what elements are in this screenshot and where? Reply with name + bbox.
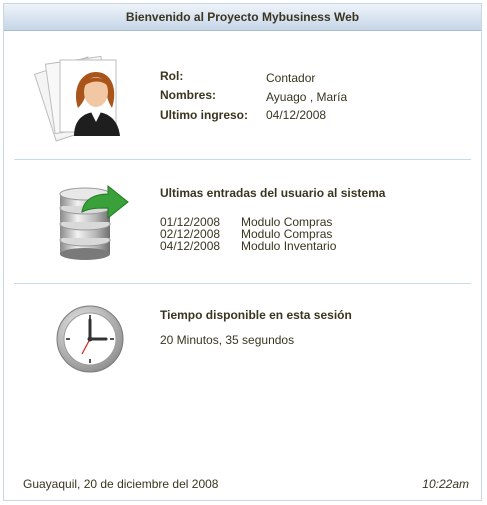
list-item: 04/12/2008 Modulo Inventario xyxy=(160,240,336,252)
section-divider xyxy=(14,283,471,284)
nombres-value: Ayuago , María xyxy=(266,90,348,104)
footer-location-date: Guayaquil, 20 de diciembre del 2008 xyxy=(23,477,219,491)
panel-title: Bienvenido al Proyecto Mybusiness Web xyxy=(4,4,481,31)
ultimo-ingreso-label: Ultimo ingreso: xyxy=(160,108,249,122)
footer-time: 10:22am xyxy=(422,477,469,491)
session-title: Tiempo disponible en esta sesión xyxy=(160,308,352,322)
nombres-label: Nombres: xyxy=(160,88,217,102)
entries-list: 01/12/2008 Modulo Compras 02/12/2008 Mod… xyxy=(160,216,336,252)
database-icon xyxy=(54,184,130,265)
entry-date: 04/12/2008 xyxy=(160,239,221,253)
entry-module: Modulo Inventario xyxy=(241,239,337,253)
session-remaining: 20 Minutos, 35 segundos xyxy=(160,333,295,347)
clock-icon xyxy=(55,304,125,377)
section-divider xyxy=(14,159,471,160)
welcome-panel: Bienvenido al Proyecto Mybusiness Web Ro… xyxy=(3,3,482,501)
rol-label: Rol: xyxy=(160,69,184,83)
entries-title: Ultimas entradas del usuario al sistema xyxy=(160,186,386,200)
rol-value: Contador xyxy=(266,71,316,85)
ultimo-ingreso-value: 04/12/2008 xyxy=(266,108,327,122)
user-profile-icon xyxy=(33,50,134,151)
